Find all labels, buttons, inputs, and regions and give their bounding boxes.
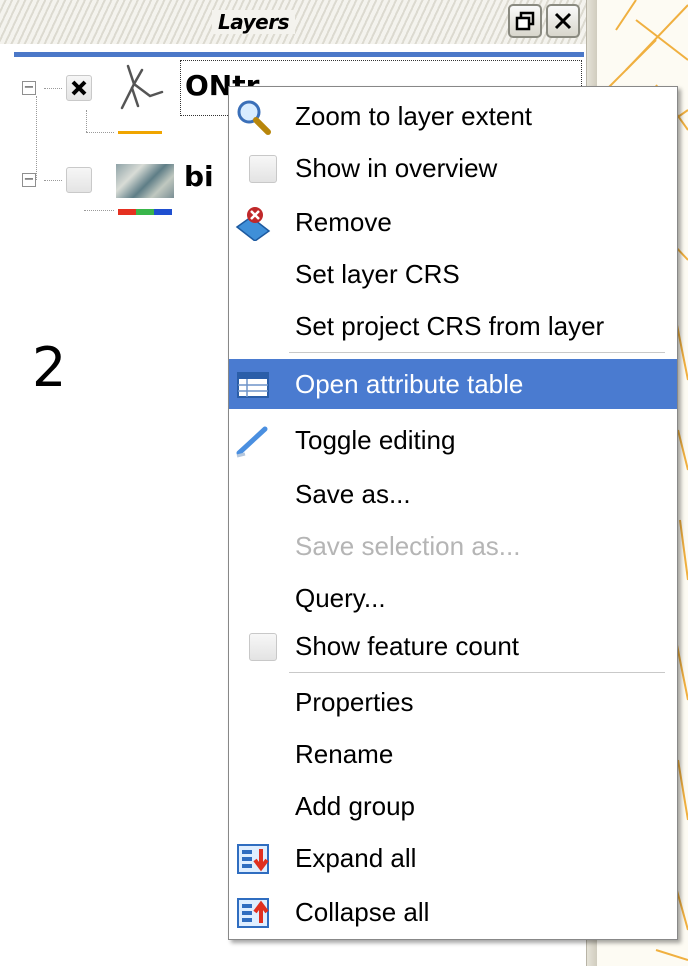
tree-guide: [86, 110, 87, 132]
attribute-table-icon: [235, 367, 271, 403]
overview-checkbox[interactable]: [249, 155, 277, 183]
pencil-icon: [235, 423, 271, 459]
close-icon[interactable]: [546, 4, 580, 38]
menu-item-save-selection-as: Save selection as...: [295, 531, 521, 561]
layer-visibility-checkbox[interactable]: [66, 167, 92, 193]
collapse-icon[interactable]: −: [22, 173, 36, 187]
layers-panel-titlebar: Layers: [0, 0, 586, 44]
menu-item-rename[interactable]: Rename: [229, 729, 677, 779]
legend-green-band: [136, 209, 154, 215]
remove-layer-icon: [235, 205, 271, 242]
expand-all-icon: [235, 841, 271, 877]
collapse-icon[interactable]: −: [22, 81, 36, 95]
raster-layer-icon: [116, 164, 174, 198]
menu-item-set-layer-crs[interactable]: Set layer CRS: [229, 249, 677, 299]
menu-item-properties[interactable]: Properties: [229, 677, 677, 727]
restore-window-icon[interactable]: [508, 4, 542, 38]
menu-item-add-group[interactable]: Add group: [229, 781, 677, 831]
tree-guide: [44, 88, 62, 89]
menu-item-collapse-all[interactable]: Collapse all: [229, 887, 677, 937]
zoom-extent-icon: [235, 99, 271, 135]
layer-name: bi: [184, 160, 214, 193]
tree-guide: [36, 96, 37, 180]
menu-item-show-in-overview[interactable]: Show in overview: [229, 143, 677, 193]
legend-blue-band: [154, 209, 172, 215]
panel-focus-rule: [14, 52, 584, 57]
menu-item-show-feature-count[interactable]: Show feature count: [229, 621, 677, 671]
layer-context-menu: Zoom to layer extent Show in overview Re…: [228, 86, 678, 940]
legend-line-symbol: [118, 131, 162, 134]
menu-separator: [289, 672, 665, 674]
menu-item-query[interactable]: Query...: [229, 573, 677, 623]
menu-item-save-as[interactable]: Save as...: [229, 469, 677, 519]
layer-visibility-checkbox[interactable]: [66, 75, 92, 101]
menu-item-remove[interactable]: Remove: [229, 197, 677, 247]
menu-item-expand-all[interactable]: Expand all: [229, 833, 677, 883]
tree-guide: [86, 132, 114, 133]
collapse-all-icon: [235, 895, 271, 931]
tree-guide: [44, 180, 62, 181]
tree-guide: [84, 210, 114, 211]
menu-item-open-attribute-table[interactable]: Open attribute table: [229, 359, 677, 409]
menu-separator: [289, 352, 665, 354]
menu-item-set-project-crs-from-layer[interactable]: Set project CRS from layer: [229, 301, 677, 351]
line-layer-icon: [116, 62, 164, 112]
annotation-number: 2: [32, 336, 67, 399]
feature-count-checkbox[interactable]: [249, 633, 277, 661]
menu-item-toggle-editing[interactable]: Toggle editing: [229, 415, 677, 465]
panel-title: Layers: [212, 10, 295, 34]
menu-item-zoom-to-layer-extent[interactable]: Zoom to layer extent: [229, 91, 677, 141]
legend-red-band: [118, 209, 136, 215]
